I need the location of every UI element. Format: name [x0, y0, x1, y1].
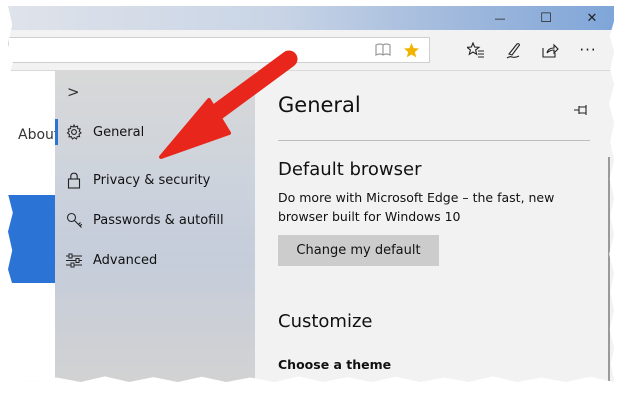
screenshot-frame: — ☐ ✕ ··· About > General Privacy & secu…	[8, 6, 614, 382]
annotation-arrow	[159, 50, 298, 159]
